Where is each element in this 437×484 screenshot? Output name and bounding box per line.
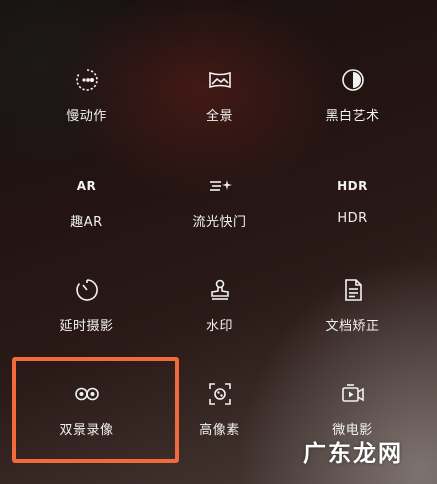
micro-movie-icon bbox=[339, 380, 367, 408]
light-trail-shutter-icon bbox=[206, 172, 234, 200]
mode-fun-ar[interactable]: AR 趣AR bbox=[14, 160, 159, 260]
mode-label: 趣AR bbox=[70, 215, 103, 230]
mode-label: 水印 bbox=[205, 319, 233, 334]
mode-hdr[interactable]: HDR HDR bbox=[280, 160, 425, 260]
mode-label: 文档矫正 bbox=[325, 319, 380, 334]
document-correction-icon bbox=[339, 276, 367, 304]
watermark-stamp-icon bbox=[206, 276, 234, 304]
mode-watermark[interactable]: 水印 bbox=[147, 264, 292, 364]
slow-motion-icon bbox=[73, 66, 101, 94]
mode-light-trail-shutter[interactable]: 流光快门 bbox=[147, 160, 292, 260]
mode-label: 慢动作 bbox=[66, 109, 107, 124]
selection-highlight-box bbox=[12, 357, 179, 463]
mode-timelapse[interactable]: 延时摄影 bbox=[14, 264, 159, 364]
mode-label: 流光快门 bbox=[192, 215, 247, 230]
mode-label: 全景 bbox=[205, 109, 233, 124]
site-watermark: 广东龙网 bbox=[303, 441, 403, 467]
mode-label: 黑白艺术 bbox=[325, 109, 380, 124]
mode-label: HDR bbox=[337, 211, 368, 226]
mode-panorama[interactable]: 全景 bbox=[147, 54, 292, 154]
camera-more-modes-screen: 慢动作 全景 黑白艺术 AR 趣AR 流光快门 HDR HDR 延时摄影 水印 … bbox=[0, 0, 437, 484]
timelapse-icon bbox=[73, 276, 101, 304]
mode-monochrome-art[interactable]: 黑白艺术 bbox=[280, 54, 425, 154]
monochrome-art-icon bbox=[339, 66, 367, 94]
ar-icon: AR bbox=[76, 179, 97, 193]
hdr-icon: HDR bbox=[337, 179, 368, 193]
panorama-icon bbox=[206, 66, 234, 94]
high-pixel-icon bbox=[206, 380, 234, 408]
mode-label: 延时摄影 bbox=[59, 319, 114, 334]
mode-document-correction[interactable]: 文档矫正 bbox=[280, 264, 425, 364]
mode-slow-motion[interactable]: 慢动作 bbox=[14, 54, 159, 154]
